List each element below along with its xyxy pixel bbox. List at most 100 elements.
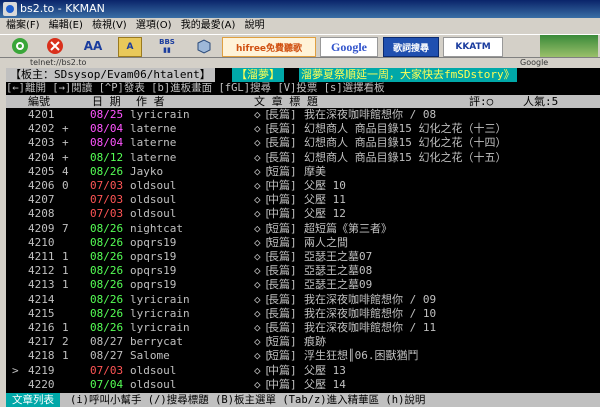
terminal-header: 【板主：SDsysop/Evam06/htalent】 【溜夢】 溜夢夏祭順延一… [6, 68, 600, 82]
menu-bar: 檔案(F) 編輯(E) 檢視(V) 選項(O) 我的最愛(A) 說明 [0, 18, 600, 34]
row-category: 長篇 [268, 292, 290, 306]
menu-edit[interactable]: 編輯(E) [49, 20, 83, 31]
box-button[interactable] [194, 37, 214, 55]
row-author: opqrs19 [130, 250, 177, 263]
row-number: 4209 [28, 221, 55, 235]
table-row[interactable]: 4205 4 08/26 Jayko ◇[] 短篇 摩美 [6, 165, 600, 178]
row-category: 長篇 [268, 321, 290, 334]
table-row[interactable]: 4211 1 08/26 opqrs19 ◇[] 長篇 亞瑟王之墓07 [6, 250, 600, 263]
table-row[interactable]: 4216 1 08/26 lyricrain ◇[] 長篇 我在深夜咖啡館想你 / 11 [6, 321, 600, 334]
row-author: oldsoul [130, 193, 177, 207]
row-date: 08/27 [90, 349, 124, 363]
row-title: 亞瑟王之墓08 [304, 264, 373, 278]
row-title: 我在深夜咖啡館想你 / 10 [304, 306, 437, 320]
stop-button[interactable] [45, 37, 65, 55]
board-title: 【溜夢】 [232, 68, 284, 82]
row-date: 08/04 [90, 136, 124, 150]
table-row[interactable]: 4204 +08/12 laterne ◇[] 長篇 幻想商人 商品目錄15 幻化之花（十… [6, 151, 600, 164]
table-row[interactable]: 4207 07/03 oldsoul ◇[] 中篇 父壓 11 [6, 193, 600, 206]
table-row[interactable]: 4206 0 07/03 oldsoul ◇[] 中篇 父壓 10 [6, 179, 600, 192]
row-number: 4211 [28, 250, 55, 263]
app-icon [3, 2, 17, 16]
table-row[interactable]: 4202 +08/04 laterne ◇[] 長篇 幻想商人 商品目錄15 幻化之花（十… [6, 122, 600, 135]
row-date: 08/26 [90, 221, 124, 235]
row-mark: 0 [62, 179, 69, 192]
row-title: 父壓 10 [304, 179, 346, 192]
row-title: 痕跡 [304, 335, 326, 349]
text-style-button[interactable]: A [118, 37, 142, 57]
row-bullet-icon: ◇ [254, 321, 261, 334]
row-date: 07/03 [90, 207, 124, 221]
col-rating: 評:○ [469, 95, 494, 108]
row-date: 08/26 [90, 292, 124, 306]
row-mark: 1 [62, 321, 69, 334]
row-category: 短篇 [268, 335, 290, 349]
menu-favorites[interactable]: 我的最愛(A) [181, 20, 236, 31]
menu-help[interactable]: 說明 [245, 20, 265, 31]
address-url[interactable]: telnet://bs2.to [30, 57, 86, 68]
row-bullet-icon: ◇ [254, 250, 261, 263]
google-button[interactable]: Google [320, 37, 378, 57]
table-row[interactable]: 4213 1 08/26 opqrs19 ◇[] 長篇 亞瑟王之墓09 [6, 278, 600, 291]
toolbar: AA A BBS ▮▮ hifree免費聽歌 Google 歌詞搜尋 KKATM [0, 34, 600, 58]
row-category-bracket-close: ] [290, 278, 297, 292]
row-category-bracket-close: ] [290, 363, 297, 377]
row-date: 08/26 [90, 306, 124, 320]
row-category-bracket-close: ] [290, 306, 297, 320]
font-size-icon: AA [83, 39, 103, 53]
table-row[interactable]: 4212 1 08/26 opqrs19 ◇[] 長篇 亞瑟王之墓08 [6, 264, 600, 277]
font-size-button[interactable]: AA [82, 37, 104, 55]
row-bullet-icon: ◇ [254, 122, 261, 136]
row-author: lyricrain [130, 306, 190, 320]
row-bullet-icon: ◇ [254, 292, 261, 306]
bbs-button[interactable]: BBS ▮▮ [153, 37, 181, 55]
row-category: 長篇 [268, 122, 290, 136]
row-bullet-icon: ◇ [254, 193, 261, 207]
bbs-label: BBS [159, 38, 175, 46]
table-row[interactable]: 4201 08/25 lyricrain ◇[] 長篇 我在深夜咖啡館想你 / 08 [6, 108, 600, 121]
google-mini-label[interactable]: Google [520, 57, 548, 68]
menu-options[interactable]: 選項(O) [136, 20, 172, 31]
table-row[interactable]: 4215 08/26 lyricrain ◇[] 長篇 我在深夜咖啡館想你 / 10 [6, 307, 600, 320]
row-number: 4206 [28, 179, 55, 192]
menu-file[interactable]: 檔案(F) [6, 20, 40, 31]
table-row[interactable]: 4218 1 08/27 Salome ◇[] 短篇 浮生狂想║06.困獸猶鬥 [6, 349, 600, 362]
row-category-bracket-close: ] [290, 250, 297, 263]
row-date: 08/26 [90, 250, 124, 263]
row-category-bracket-close: ] [290, 264, 297, 278]
row-mark: + [62, 122, 69, 136]
banner-image [540, 35, 598, 57]
menu-view[interactable]: 檢視(V) [92, 20, 127, 31]
row-category-bracket-close: ] [290, 221, 297, 235]
row-title: 父壓 14 [304, 377, 346, 391]
terminal-screen[interactable]: 【板主：SDsysop/Evam06/htalent】 【溜夢】 溜夢夏祭順延一… [6, 68, 600, 407]
table-row[interactable]: 4208 07/03 oldsoul ◇[] 中篇 父壓 12 [6, 207, 600, 220]
row-date: 08/26 [90, 321, 124, 334]
row-number: 4202 [28, 122, 55, 136]
table-row[interactable]: 4220 07/04 oldsoul ◇[] 中篇 父壓 14 [6, 378, 600, 391]
col-title: 文 章 標 題 [254, 95, 318, 108]
table-row[interactable]: 4219 07/03 oldsoul ◇[] 中篇 父壓 13 [6, 364, 600, 377]
row-mark: 1 [62, 278, 69, 292]
row-date: 07/03 [90, 179, 124, 192]
address-bar: telnet://bs2.to Google [0, 57, 600, 68]
hifree-label: hifree免費聽歌 [235, 43, 303, 54]
help-line: [←]離開 [→]閱讀 [^P]發表 [b]進板畫面 [fGL]搜尋 [V]投票… [6, 82, 385, 94]
column-header: 編號 日 期 作 者 文 章 標 題 評:○ 人氣:5 [6, 95, 600, 108]
table-row[interactable]: 4217 2 08/27 berrycat ◇[] 短篇 痕跡 [6, 335, 600, 348]
kkatm-button[interactable]: KKATM [443, 37, 503, 57]
row-author: lyricrain [130, 292, 190, 306]
table-row[interactable]: 4209 7 08/26 nightcat ◇[] 短篇 超短篇《第三者》 [6, 222, 600, 235]
table-row[interactable]: 4214 08/26 lyricrain ◇[] 長篇 我在深夜咖啡館想你 / 09 [6, 293, 600, 306]
row-author: laterne [130, 122, 177, 136]
row-bullet-icon: ◇ [254, 278, 261, 292]
col-popularity: 人氣:5 [523, 95, 559, 108]
table-row[interactable]: 4203 +08/04 laterne ◇[] 長篇 幻想商人 商品目錄15 幻化之花（十… [6, 136, 600, 149]
window-titlebar[interactable]: bs2.to - KKMAN [0, 0, 600, 18]
song-search-button[interactable]: 歌詞搜尋 [383, 37, 439, 57]
row-category: 中篇 [268, 363, 290, 377]
table-row[interactable]: 4210 08/26 opqrs19 ◇[] 短篇 兩人之間 [6, 236, 600, 249]
row-category: 長篇 [268, 150, 290, 164]
go-button[interactable] [10, 37, 30, 55]
hifree-button[interactable]: hifree免費聽歌 [222, 37, 316, 57]
